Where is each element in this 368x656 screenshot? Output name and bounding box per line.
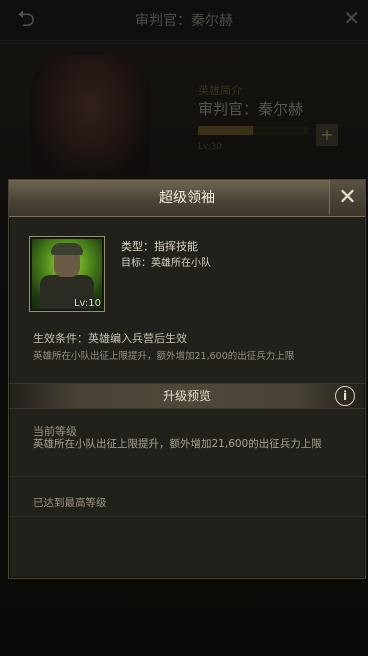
upgrade-preview-title: 升级预览 <box>162 389 211 403</box>
skill-detail-modal: 超级领袖 ✕ Lv:10 类型：指挥技能 目标：英雄所在小队 生效条件：英雄编入… <box>8 179 366 579</box>
close-icon: ✕ <box>338 185 357 210</box>
modal-header: 超级领袖 ✕ <box>9 180 365 217</box>
divider <box>9 476 365 477</box>
effect-condition: 生效条件：英雄编入兵营后生效 <box>33 332 187 345</box>
divider <box>9 516 365 517</box>
current-level-desc: 英雄所在小队出征上限提升，额外增加21,600的出征兵力上限 <box>33 438 322 450</box>
close-button[interactable]: ✕ <box>329 180 365 215</box>
skill-target: 目标：英雄所在小队 <box>121 258 211 269</box>
info-icon[interactable]: i <box>335 386 355 406</box>
upgrade-preview-section: 升级预览 i <box>9 383 365 409</box>
hero-skill-icon[interactable]: Lv:10 <box>29 236 105 312</box>
skill-type: 类型：指挥技能 <box>121 240 198 253</box>
effect-condition-desc: 英雄所在小队出征上限提升，额外增加21,600的出征兵力上限 <box>33 351 295 362</box>
max-level-text: 已达到最高等级 <box>33 497 107 509</box>
modal-title: 超级领袖 <box>159 190 215 206</box>
hero-level-badge: Lv:10 <box>73 298 101 309</box>
